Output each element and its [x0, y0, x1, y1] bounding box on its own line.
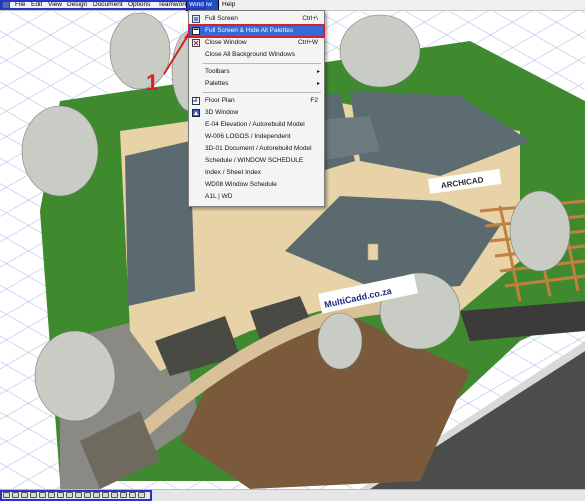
menu-item-elevation[interactable]: E-04 Elevation / Autorebuild Model [189, 119, 324, 131]
menu-item-palettes[interactable]: Palettes ▸ [189, 78, 324, 90]
close-window-icon [192, 39, 200, 47]
app-icon[interactable] [2, 1, 10, 9]
toolbar-highlight-box [0, 490, 152, 501]
menu-separator [203, 92, 321, 93]
window-menu: Full Screen Ctrl+\ Full Screen & Hide Al… [188, 10, 325, 207]
menu-item-full-screen[interactable]: Full Screen Ctrl+\ [189, 13, 324, 25]
menu-options[interactable]: Options [126, 0, 152, 10]
3d-window-icon [192, 109, 200, 117]
menu-item-wd08-schedule[interactable]: WD08 Window Schedule [189, 179, 324, 191]
submenu-arrow-icon: ▸ [316, 81, 320, 87]
menu-item-window-schedule[interactable]: Schedule / WINDOW SCHEDULE [189, 155, 324, 167]
menu-help[interactable]: Help [220, 0, 237, 10]
navigation-toolbar [0, 489, 585, 501]
full-screen-palettes-icon [192, 27, 200, 35]
menu-separator [203, 63, 321, 64]
annotation-number: 1 [146, 70, 159, 95]
menu-item-3d-document[interactable]: 3D-01 Document / Autorebuild Model [189, 143, 324, 155]
full-screen-icon [192, 15, 200, 23]
menu-file[interactable]: File [13, 0, 27, 10]
menu-view[interactable]: View [46, 0, 64, 10]
menu-design[interactable]: Design [65, 0, 89, 10]
menu-item-toolbars[interactable]: Toolbars ▸ [189, 66, 324, 78]
menu-document[interactable]: Document [91, 0, 125, 10]
menu-item-floor-plan[interactable]: Floor Plan F2 [189, 95, 324, 107]
menu-item-close-background-windows[interactable]: Close All Background Windows [189, 49, 324, 61]
menu-edit[interactable]: Edit [29, 0, 44, 10]
menu-item-3d-window[interactable]: 3D Window [189, 107, 324, 119]
submenu-arrow-icon: ▸ [316, 69, 320, 75]
menu-item-a1l-wd[interactable]: A1L | WD [189, 191, 324, 203]
floor-plan-icon [192, 97, 200, 105]
menu-item-logos[interactable]: W-006 LOGOS / Independent [189, 131, 324, 143]
menu-item-sheet-index[interactable]: Index / Sheet Index [189, 167, 324, 179]
menu-item-full-screen-hide-palettes[interactable]: Full Screen & Hide All Palettes [188, 24, 325, 38]
roof-left [125, 141, 195, 306]
menu-item-close-window[interactable]: Close Window Ctrl+W [189, 37, 324, 49]
menu-teamwork[interactable]: Teamwork [156, 0, 190, 10]
menu-window[interactable]: Window [186, 0, 219, 11]
